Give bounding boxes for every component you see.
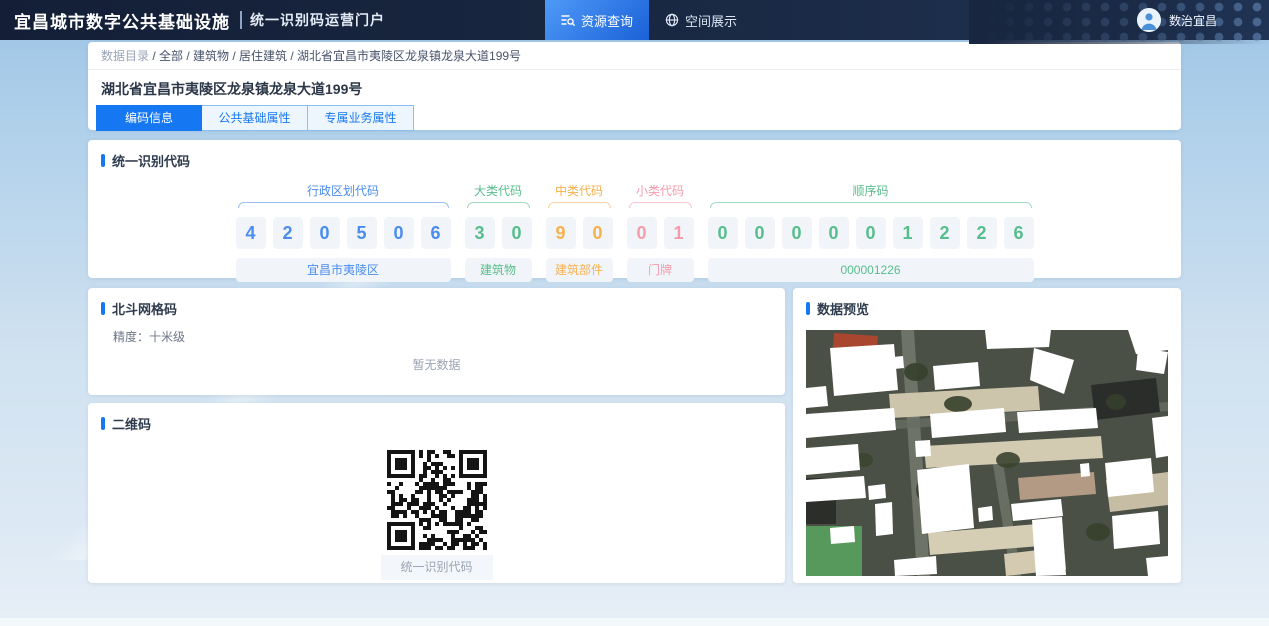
bottom-strip — [0, 618, 1269, 626]
breadcrumb-root[interactable]: 数据目录 — [101, 49, 149, 63]
header-nav: 资源查询 空间展示 — [545, 0, 753, 40]
code-digit: 3 — [465, 217, 495, 249]
section-bar-icon — [101, 302, 105, 315]
code-group-label: 大类代码 — [465, 182, 532, 199]
code-digit: 4 — [236, 217, 266, 249]
code-digit: 6 — [1004, 217, 1034, 249]
section-title-unified-code: 统一识别代码 — [101, 151, 1168, 170]
code-digit: 1 — [664, 217, 694, 249]
brand-primary: 宜昌城市数字公共基础设施 — [14, 8, 230, 33]
section-title-text: 数据预览 — [817, 299, 869, 318]
section-bar-icon — [101, 417, 105, 430]
unified-code-panel: 统一识别代码 行政区划代码420506宜昌市夷陵区大类代码30建筑物中类代码90… — [88, 140, 1181, 278]
code-groups: 行政区划代码420506宜昌市夷陵区大类代码30建筑物中类代码90建筑部件小类代… — [101, 182, 1168, 282]
section-title-text: 统一识别代码 — [112, 151, 190, 170]
code-digit: 0 — [627, 217, 657, 249]
app-header: 宜昌城市数字公共基础设施 统一识别码运营门户 资源查询 空间展示 数治宜昌 — [0, 0, 1269, 40]
section-title-preview: 数据预览 — [806, 299, 1168, 318]
tab-exclusive-business-attrs[interactable]: 专属业务属性 — [308, 105, 414, 131]
group-brace — [629, 202, 692, 208]
code-group: 大类代码 30 建筑物 — [465, 182, 532, 282]
section-title-text: 北斗网格码 — [112, 299, 177, 318]
code-group-value: 建筑部件 — [546, 258, 613, 282]
search-list-icon — [561, 13, 575, 27]
brand: 宜昌城市数字公共基础设施 统一识别码运营门户 — [14, 8, 385, 33]
user-menu[interactable]: 数治宜昌 — [1137, 0, 1217, 40]
code-digit: 0 — [708, 217, 738, 249]
group-brace — [710, 202, 1032, 208]
nav-item-space-display[interactable]: 空间展示 — [649, 0, 753, 40]
qr-code-image — [385, 448, 489, 552]
code-group-value: 建筑物 — [465, 258, 532, 282]
nav-item-label: 空间展示 — [685, 11, 737, 30]
code-group: 中类代码 90 建筑部件 — [546, 182, 613, 282]
dots-decoration — [969, 0, 1269, 44]
breadcrumb-path[interactable]: / 全部 / 建筑物 / 居住建筑 / 湖北省宜昌市夷陵区龙泉镇龙泉大道199号 — [152, 49, 521, 63]
nav-item-resource-query[interactable]: 资源查询 — [545, 0, 649, 40]
code-digits: 30 — [465, 217, 532, 249]
group-brace — [467, 202, 530, 208]
code-group: 小类代码 01 门牌 — [627, 182, 694, 282]
detail-tabs: 编码信息 公共基础属性 专属业务属性 — [88, 105, 1181, 131]
code-group-label: 行政区划代码 — [236, 182, 451, 199]
nav-item-label: 资源查询 — [581, 11, 633, 30]
tab-code-info[interactable]: 编码信息 — [96, 105, 202, 131]
code-digit: 2 — [967, 217, 997, 249]
code-digit: 9 — [546, 217, 576, 249]
code-digits: 000001226 — [708, 217, 1034, 249]
section-title-text: 二维码 — [112, 414, 151, 433]
qr-wrap: 统一识别代码 — [101, 448, 772, 580]
code-digit: 0 — [502, 217, 532, 249]
code-digit: 5 — [347, 217, 377, 249]
code-digit: 0 — [782, 217, 812, 249]
code-digit: 0 — [310, 217, 340, 249]
code-digits: 01 — [627, 217, 694, 249]
brand-divider — [240, 11, 242, 29]
code-digits: 90 — [546, 217, 613, 249]
code-digit: 2 — [930, 217, 960, 249]
section-title-beidou: 北斗网格码 — [101, 299, 772, 318]
satellite-map-preview — [806, 330, 1168, 576]
code-group: 行政区划代码420506宜昌市夷陵区 — [236, 182, 451, 282]
page-title: 湖北省宜昌市夷陵区龙泉镇龙泉大道199号 — [88, 70, 1181, 105]
code-digits: 420506 — [236, 217, 451, 249]
code-digit: 0 — [384, 217, 414, 249]
code-group-label: 中类代码 — [546, 182, 613, 199]
code-digit: 6 — [421, 217, 451, 249]
empty-data-text: 暂无数据 — [88, 356, 785, 373]
user-avatar-icon — [1137, 8, 1161, 32]
data-preview-panel: 数据预览 — [793, 288, 1181, 583]
section-bar-icon — [806, 302, 810, 315]
code-group-label: 小类代码 — [627, 182, 694, 199]
code-group-label: 顺序码 — [708, 182, 1034, 199]
code-group-value: 门牌 — [627, 258, 694, 282]
brand-secondary: 统一识别码运营门户 — [250, 10, 385, 30]
globe-icon — [665, 13, 679, 27]
code-digit: 0 — [856, 217, 886, 249]
section-title-qr: 二维码 — [101, 414, 772, 433]
group-brace — [238, 202, 449, 208]
qr-code-panel: 二维码 统一识别代码 — [88, 403, 785, 583]
qr-caption: 统一识别代码 — [381, 555, 493, 580]
code-group-value: 宜昌市夷陵区 — [236, 258, 451, 282]
code-digit: 2 — [273, 217, 303, 249]
code-digit: 1 — [893, 217, 923, 249]
code-digit: 0 — [583, 217, 613, 249]
beidou-grid-panel: 北斗网格码 精度：十米级 暂无数据 — [88, 288, 785, 395]
section-bar-icon — [101, 154, 105, 167]
tab-public-base-attrs[interactable]: 公共基础属性 — [202, 105, 308, 131]
code-digit: 0 — [819, 217, 849, 249]
detail-header-panel: 数据目录 / 全部 / 建筑物 / 居住建筑 / 湖北省宜昌市夷陵区龙泉镇龙泉大… — [88, 42, 1181, 130]
group-brace — [548, 202, 611, 208]
code-group-value: 000001226 — [708, 258, 1034, 282]
user-name: 数治宜昌 — [1169, 12, 1217, 29]
breadcrumb[interactable]: 数据目录 / 全部 / 建筑物 / 居住建筑 / 湖北省宜昌市夷陵区龙泉镇龙泉大… — [88, 42, 1181, 70]
code-group: 顺序码000001226000001226 — [708, 182, 1034, 282]
precision-label: 精度：十米级 — [113, 328, 772, 345]
code-digit: 0 — [745, 217, 775, 249]
